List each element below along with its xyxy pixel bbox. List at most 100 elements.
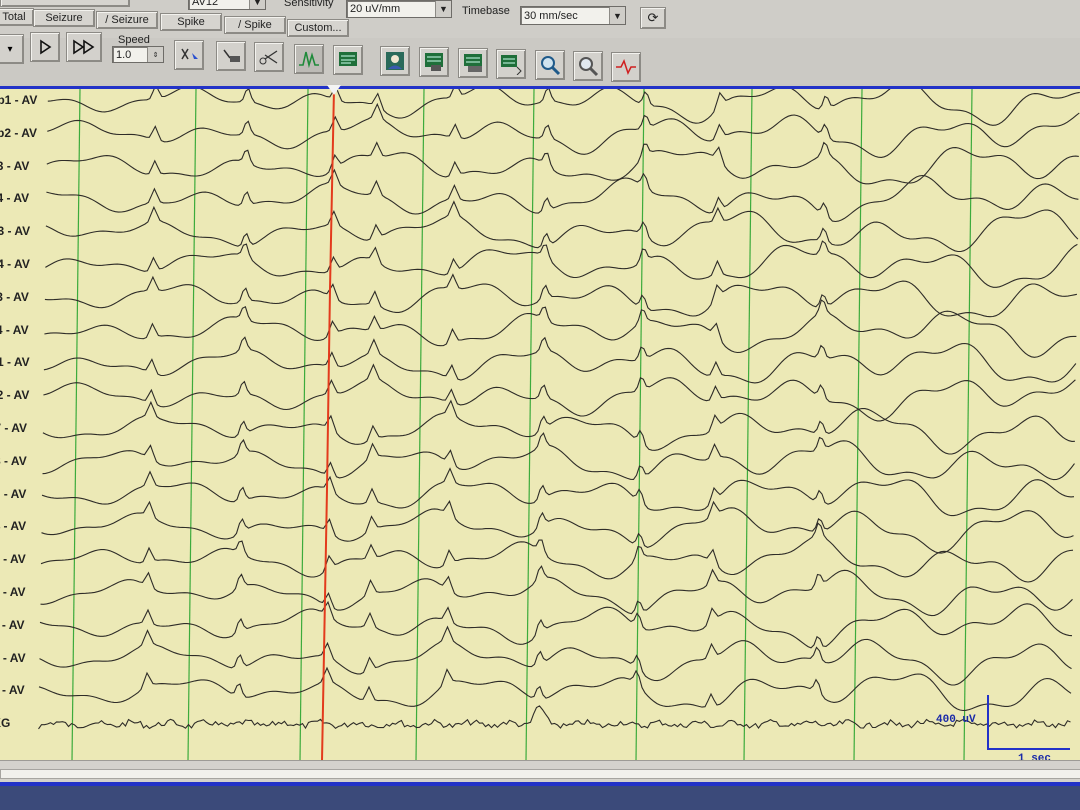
- channel-label[interactable]: T3 - AV: [0, 487, 26, 501]
- eeg-trace-line: [39, 625, 1072, 686]
- channel-label[interactable]: T6 - AV: [0, 585, 26, 599]
- second-gridline: [743, 89, 753, 761]
- sensitivity-select[interactable]: 20 uV/mm ▼: [346, 0, 452, 18]
- report-button[interactable]: [419, 47, 449, 77]
- eeg-trace-line: [42, 399, 1075, 455]
- zoom-in-button[interactable]: [535, 50, 565, 80]
- tab-label: / Seizure: [105, 14, 149, 26]
- zoom-out-icon: [579, 57, 599, 77]
- montage-value: AV12: [192, 0, 219, 8]
- speed-value: 1.0: [116, 48, 132, 61]
- tab-label: Spike: [177, 16, 205, 28]
- eeg-trace-line: [38, 705, 1071, 730]
- zoom-out-button[interactable]: [573, 51, 603, 81]
- eeg-traces[interactable]: [0, 89, 1080, 761]
- eeg-trace-line: [38, 666, 1072, 712]
- eeg-trace-line: [47, 102, 1080, 158]
- delete-marker-button[interactable]: [216, 41, 246, 71]
- eeg-trace-line: [44, 299, 1077, 358]
- tab-label: / Spike: [238, 19, 272, 31]
- fast-play-button[interactable]: [66, 32, 102, 62]
- tab-clear-seizure[interactable]: / Seizure: [96, 11, 158, 29]
- eeg-trace-panel[interactable]: Fp1 - AV Fp2 - AV F3 - AV F4 - AV C3 - AV C4 …: [0, 85, 1080, 765]
- sensitivity-value: 20 uV/mm: [350, 3, 401, 15]
- play-icon: [40, 39, 52, 55]
- channel-label[interactable]: F7 - AV: [0, 421, 27, 435]
- eeg-trace-line: [45, 200, 1079, 253]
- channel-label[interactable]: Pz - AV: [0, 683, 25, 697]
- timebase-select[interactable]: 30 mm/sec ▼: [520, 6, 626, 25]
- montage-editor-button[interactable]: [254, 42, 284, 72]
- channel-label[interactable]: Fp2 - AV: [0, 126, 37, 140]
- channel-label[interactable]: P3 - AV: [0, 290, 29, 304]
- print-button[interactable]: [458, 48, 488, 78]
- channel-label[interactable]: O1 - AV: [0, 355, 30, 369]
- second-gridline: [71, 89, 81, 761]
- cursor-marker-icon: [181, 48, 198, 60]
- channel-label[interactable]: P4 - AV: [0, 323, 29, 337]
- scrollbar-track[interactable]: [0, 769, 1080, 779]
- speed-spinner[interactable]: 1.0 ⇕: [112, 46, 164, 63]
- spike-detect-button[interactable]: [294, 44, 324, 74]
- tab-clear-spike[interactable]: / Spike: [224, 16, 286, 34]
- patient-info-button[interactable]: [380, 46, 410, 76]
- fast-forward-icon: [73, 39, 95, 55]
- channel-label[interactable]: C4 - AV: [0, 257, 30, 271]
- toolbar-top-cutoff: [0, 0, 130, 7]
- chevron-down-icon[interactable]: ▼: [249, 0, 265, 9]
- tab-seizure[interactable]: Seizure: [33, 9, 95, 27]
- marker-tool-button[interactable]: [174, 40, 204, 70]
- second-gridline: [963, 89, 973, 761]
- sensitivity-label: Sensitivity: [284, 0, 334, 9]
- timebase-label: Timebase: [462, 5, 510, 17]
- refresh-button[interactable]: ⟳: [640, 7, 666, 29]
- eeg-trace-line: [43, 363, 1076, 422]
- eeg-trace-line: [40, 522, 1074, 583]
- spinner-arrows-icon[interactable]: ⇕: [147, 47, 163, 62]
- zoom-in-icon: [541, 56, 561, 76]
- channel-label[interactable]: F4 - AV: [0, 191, 29, 205]
- channel-label[interactable]: T5 - AV: [0, 552, 26, 566]
- channel-label[interactable]: C3 - AV: [0, 224, 30, 238]
- patient-icon: [386, 52, 404, 70]
- eeg-review-window: AV12 ▼ Sensitivity 20 uV/mm ▼ Timebase 3…: [0, 0, 1080, 810]
- step-back-button[interactable]: ▾: [0, 34, 24, 64]
- tab-custom[interactable]: Custom...: [287, 19, 349, 37]
- waveform-icon: [616, 59, 636, 75]
- chevron-down-icon[interactable]: ▼: [609, 7, 625, 24]
- channel-label[interactable]: T4 - AV: [0, 519, 26, 533]
- eeg-trace-line: [42, 432, 1075, 481]
- channel-label[interactable]: Fp1 - AV: [0, 93, 37, 107]
- channel-label[interactable]: O2 - AV: [0, 388, 29, 402]
- eeg-trace-line: [46, 168, 1079, 223]
- refresh-icon: ⟳: [647, 10, 659, 25]
- play-button[interactable]: [30, 32, 60, 62]
- tab-total[interactable]: Total: [0, 8, 34, 26]
- second-gridline: [525, 89, 535, 761]
- taskbar: [0, 786, 1080, 810]
- tab-label: Seizure: [45, 12, 83, 24]
- eeg-trace-line: [47, 89, 1080, 126]
- channel-label[interactable]: F8 - AV: [0, 454, 27, 468]
- export-icon: [501, 55, 522, 75]
- channel-label[interactable]: EKG: [0, 716, 10, 730]
- eeg-trace-line: [44, 273, 1078, 318]
- cursor-marker-icon[interactable]: [327, 85, 341, 95]
- channel-label[interactable]: Fz - AV: [0, 618, 25, 632]
- monitor-icon: [339, 52, 357, 66]
- report-icon: [425, 53, 443, 71]
- chevron-down-icon: ▾: [7, 43, 13, 55]
- eeg-trace-line: [41, 500, 1074, 554]
- chevron-down-icon[interactable]: ▼: [435, 1, 451, 17]
- page-view-button[interactable]: [333, 45, 363, 75]
- tab-spike[interactable]: Spike: [160, 13, 222, 31]
- scissors-icon: [259, 50, 278, 65]
- export-button[interactable]: [496, 49, 526, 79]
- channel-label[interactable]: Cz - AV: [0, 651, 26, 665]
- montage-select[interactable]: AV12 ▼: [188, 0, 266, 10]
- event-toolbar: AV12 ▼ Sensitivity 20 uV/mm ▼ Timebase 3…: [0, 0, 1080, 39]
- tab-label: Custom...: [294, 22, 342, 34]
- channel-label[interactable]: F3 - AV: [0, 159, 29, 173]
- waveform-settings-button[interactable]: [611, 52, 641, 82]
- second-gridline: [187, 89, 197, 761]
